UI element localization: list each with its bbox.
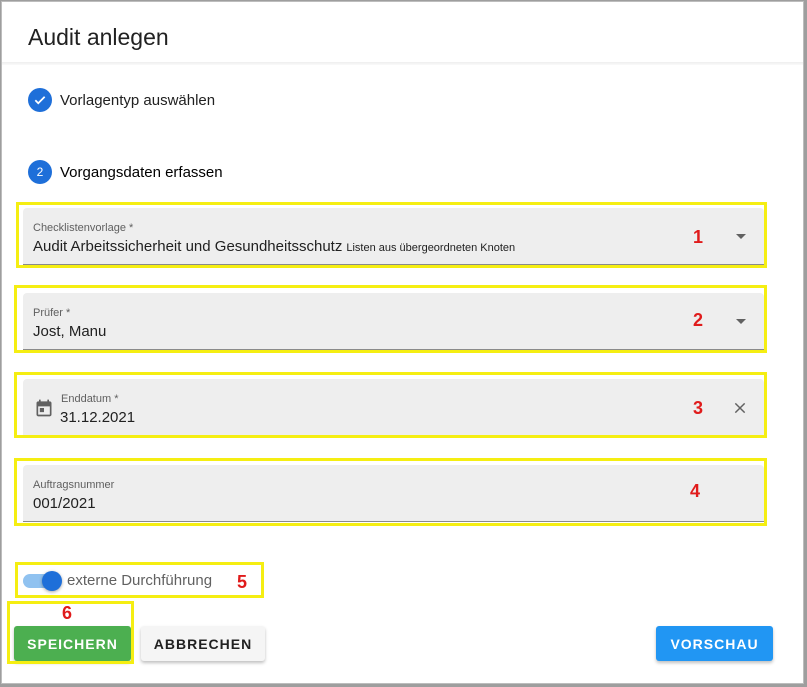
highlight-box (14, 285, 767, 353)
step-select-template-type[interactable]: Vorlagentyp auswählen (28, 88, 215, 112)
annotation-number: 5 (237, 572, 248, 592)
dialog-title: Audit anlegen (28, 24, 169, 50)
check-icon (28, 88, 52, 112)
highlight-box (14, 458, 767, 526)
annotation-number: 1 (693, 227, 704, 247)
annotation-number: 4 (690, 481, 701, 501)
highlight-box (14, 372, 767, 438)
annotation-number: 3 (693, 398, 704, 418)
step-label: Vorgangsdaten erfassen (60, 163, 223, 181)
preview-button[interactable]: VORSCHAU (656, 626, 773, 661)
step-number: 2 (28, 160, 52, 184)
annotation-number: 6 (62, 603, 73, 623)
cancel-button[interactable]: ABBRECHEN (141, 626, 265, 661)
highlight-box (15, 562, 264, 598)
step-enter-process-data[interactable]: 2 Vorgangsdaten erfassen (28, 160, 223, 184)
step-label: Vorlagentyp auswählen (60, 91, 216, 109)
highlight-box (16, 202, 767, 268)
title-divider (2, 62, 803, 65)
annotation-number: 2 (693, 310, 704, 330)
